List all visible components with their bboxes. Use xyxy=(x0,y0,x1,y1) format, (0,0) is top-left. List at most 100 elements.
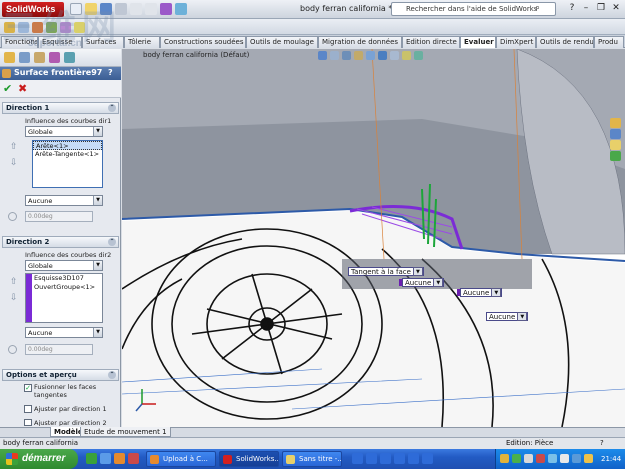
merge-faces-checkbox[interactable]: ✓ xyxy=(24,384,32,392)
move-down-icon[interactable]: ⇩ xyxy=(10,293,18,303)
chevron-up-icon[interactable]: ⌃ xyxy=(108,238,116,246)
direction2-angle-spinner[interactable]: 0.00deg xyxy=(25,344,93,355)
tangency-callout[interactable]: Aucune ▼ xyxy=(457,288,503,297)
taskbar-button-upload[interactable]: Upload à C... xyxy=(146,451,216,467)
chevron-up-icon[interactable]: ⌃ xyxy=(108,371,116,379)
chevron-down-icon[interactable]: ▼ xyxy=(93,196,102,205)
configuration-tab-icon[interactable] xyxy=(34,52,45,63)
previous-view-icon[interactable] xyxy=(342,51,351,60)
direction2-curves-list[interactable]: Esquisse3D107 OuvertGroupe<1> xyxy=(25,273,103,323)
tab-tolerie[interactable]: Tôlerie xyxy=(124,36,160,48)
tab-evaluer[interactable]: Evaluer xyxy=(460,36,496,48)
dimxpert-tab-icon[interactable] xyxy=(49,52,60,63)
help-icon[interactable]: ? xyxy=(565,2,579,15)
graphics-viewport[interactable] xyxy=(122,49,625,427)
tray-icon[interactable] xyxy=(500,454,509,463)
resources-icon[interactable] xyxy=(610,118,621,128)
tray-icon[interactable] xyxy=(512,454,521,463)
chevron-down-icon[interactable]: ▼ xyxy=(517,312,528,321)
file-explorer-icon[interactable] xyxy=(610,140,621,150)
ok-check-icon[interactable]: ✔ xyxy=(3,82,12,95)
close-button[interactable]: ✕ xyxy=(609,2,623,15)
tab-produits[interactable]: Produ xyxy=(594,36,624,48)
appearance-icon[interactable] xyxy=(402,51,411,60)
zoom-area-icon[interactable] xyxy=(330,51,339,60)
adjust-dir2-checkbox[interactable] xyxy=(24,419,32,426)
security-icon[interactable] xyxy=(584,454,593,463)
tab-constructions-soudees[interactable]: Constructions soudées xyxy=(160,36,246,48)
direction2-influence-select[interactable]: Globale ▼ xyxy=(25,260,103,271)
move-up-icon[interactable]: ⇧ xyxy=(10,277,18,287)
zoom-fit-icon[interactable] xyxy=(318,51,327,60)
chevron-down-icon[interactable]: ▼ xyxy=(93,261,102,270)
chevron-down-icon[interactable]: ▼ xyxy=(93,328,102,337)
undo-icon[interactable] xyxy=(130,3,142,15)
list-item[interactable]: Arête<1> xyxy=(33,141,102,150)
chevron-down-icon[interactable]: ▼ xyxy=(433,278,444,287)
chevron-down-icon[interactable]: ▼ xyxy=(412,267,423,276)
tangency-callout[interactable]: Aucune ▼ xyxy=(486,312,529,321)
direction1-tangency-select[interactable]: Aucune ▼ xyxy=(25,195,103,206)
feature-tree-flyout[interactable]: body ferran california (Défaut) xyxy=(143,51,249,59)
media-play-icon[interactable] xyxy=(366,453,377,464)
tray-icon[interactable] xyxy=(524,454,533,463)
chevron-down-icon[interactable]: ▼ xyxy=(491,288,502,297)
taskbar-button-solidworks[interactable]: SolidWorks... xyxy=(219,451,279,467)
feature-tree-tab-icon[interactable] xyxy=(4,52,15,63)
quicklaunch-icon[interactable] xyxy=(114,453,125,464)
network-icon[interactable] xyxy=(572,454,581,463)
direction2-header[interactable]: Direction 2 ⌃ xyxy=(2,236,119,248)
taskbar-button-paint[interactable]: Sans titre -... xyxy=(282,451,342,467)
tangency-callout[interactable]: Aucune ▼ xyxy=(399,278,445,287)
direction2-tangency-select[interactable]: Aucune ▼ xyxy=(25,327,103,338)
volume-icon[interactable] xyxy=(560,454,569,463)
move-up-icon[interactable]: ⇧ xyxy=(10,142,18,152)
property-manager-tab-icon[interactable] xyxy=(19,52,30,63)
tab-etude-de-mouvement[interactable]: Etude de mouvement 1 xyxy=(80,427,171,437)
direction1-curves-list[interactable]: Arête<1> Arête-Tangente<1> xyxy=(32,140,103,188)
select-arrow-icon[interactable] xyxy=(145,3,157,15)
status-help-icon[interactable]: ? xyxy=(600,439,604,447)
tab-outils-de-moulage[interactable]: Outils de moulage xyxy=(246,36,318,48)
direction1-influence-select[interactable]: Globale ▼ xyxy=(25,126,103,137)
list-item[interactable]: Esquisse3D107 xyxy=(26,274,102,283)
tab-outils-de-rendu[interactable]: Outils de rendu xyxy=(536,36,594,48)
move-down-icon[interactable]: ⇩ xyxy=(10,158,18,168)
help-search-input[interactable]: Rechercher dans l'aide de SolidWorks xyxy=(391,2,556,16)
quicklaunch-icon[interactable] xyxy=(128,453,139,464)
appearances-icon[interactable] xyxy=(610,151,621,161)
direction1-angle-spinner[interactable]: 0.00deg xyxy=(25,211,93,222)
tab-migration-de-donnees[interactable]: Migration de données xyxy=(318,36,402,48)
design-library-icon[interactable] xyxy=(610,129,621,139)
minimize-button[interactable]: – xyxy=(579,2,593,15)
tray-icon[interactable] xyxy=(536,454,545,463)
tangency-callout[interactable]: Tangent à la face ▼ xyxy=(348,267,424,276)
chevron-up-icon[interactable]: ⌃ xyxy=(108,104,116,112)
options-header[interactable]: Options et aperçu ⌃ xyxy=(2,369,119,381)
view-orientation-icon[interactable] xyxy=(366,51,375,60)
media-stop-icon[interactable] xyxy=(380,453,391,464)
tray-icon[interactable] xyxy=(548,454,557,463)
direction1-header[interactable]: Direction 1 ⌃ xyxy=(2,102,119,114)
hide-show-icon[interactable] xyxy=(390,51,399,60)
quicklaunch-icon[interactable] xyxy=(86,453,97,464)
search-icon[interactable]: ⌕ xyxy=(535,3,540,13)
section-view-icon[interactable] xyxy=(354,51,363,60)
adjust-dir1-checkbox[interactable] xyxy=(24,405,32,413)
tab-edition-directe[interactable]: Edition directe xyxy=(402,36,460,48)
media-next-icon[interactable] xyxy=(394,453,405,464)
display-style-icon[interactable] xyxy=(378,51,387,60)
media-prev-icon[interactable] xyxy=(352,453,363,464)
cancel-x-icon[interactable]: ✖ xyxy=(18,82,27,95)
display-tab-icon[interactable] xyxy=(64,52,75,63)
rebuild-icon[interactable] xyxy=(160,3,172,15)
scene-icon[interactable] xyxy=(414,51,423,60)
help-icon[interactable]: ? xyxy=(108,68,113,77)
list-item[interactable]: Arête-Tangente<1> xyxy=(33,150,102,159)
chevron-down-icon[interactable]: ▼ xyxy=(93,127,102,136)
quicklaunch-icon[interactable] xyxy=(100,453,111,464)
list-item[interactable]: OuvertGroupe<1> xyxy=(26,283,102,292)
options-icon[interactable] xyxy=(175,3,187,15)
tab-dimxpert[interactable]: DimXpert xyxy=(496,36,536,48)
media-volume-icon[interactable] xyxy=(408,453,419,464)
